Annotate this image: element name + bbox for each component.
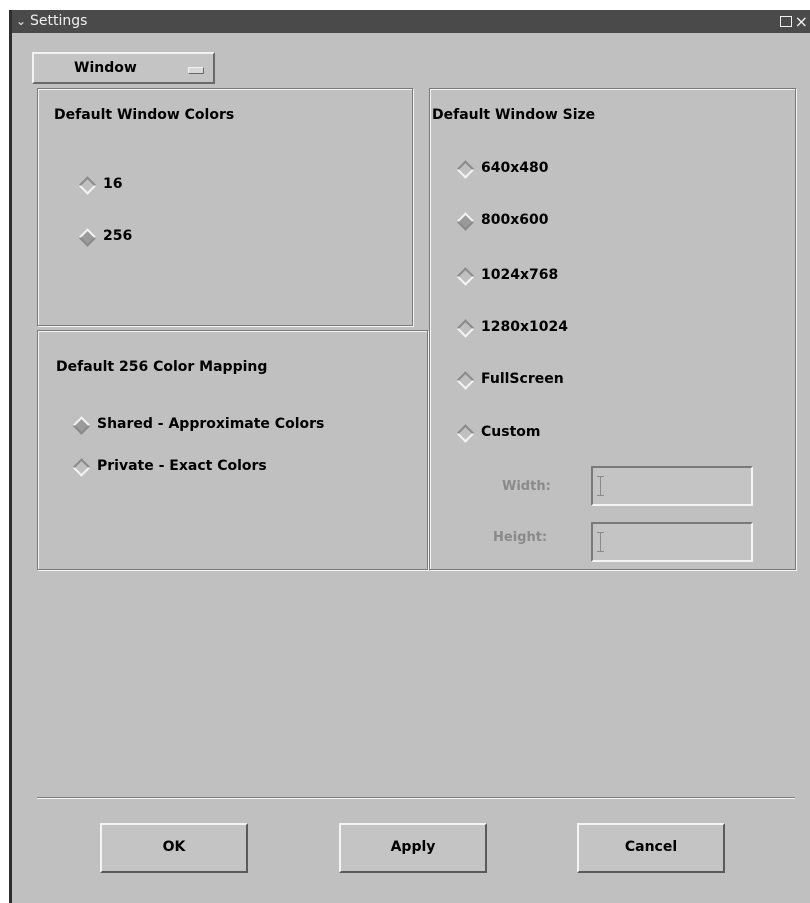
radio-label: Private - Exact Colors: [97, 458, 267, 474]
cancel-button[interactable]: Cancel: [577, 823, 725, 873]
option-menu-indicator-icon: [188, 67, 204, 74]
radio-label: 1024x768: [481, 267, 559, 283]
text-cursor-icon: [597, 532, 604, 552]
radio-label: Shared - Approximate Colors: [97, 416, 325, 432]
radio-diamond-icon: [72, 416, 91, 435]
window-colors-frame: Default Window Colors 16 256: [37, 88, 413, 326]
radio-diamond-icon: [456, 267, 475, 286]
height-input[interactable]: [591, 522, 753, 562]
radio-label: 1280x1024: [481, 319, 568, 335]
text-cursor-icon: [597, 476, 604, 496]
radio-diamond-icon: [456, 371, 475, 390]
radio-diamond-icon: [78, 176, 97, 195]
button-separator: [37, 797, 795, 799]
radio-label: 800x600: [481, 212, 549, 228]
close-icon[interactable]: ×: [795, 10, 808, 33]
radio-diamond-icon: [72, 458, 91, 477]
settings-window: ⌄ Settings × Window Default Window Color…: [9, 10, 810, 903]
radio-diamond-icon: [456, 212, 475, 231]
radio-diamond-icon: [78, 228, 97, 247]
category-dropdown-label: Window: [74, 60, 137, 76]
ok-button[interactable]: OK: [100, 823, 248, 873]
radio-label: FullScreen: [481, 371, 564, 387]
width-input[interactable]: [591, 466, 753, 506]
radio-label: 16: [103, 176, 123, 192]
category-dropdown[interactable]: Window: [32, 52, 215, 84]
window-menu-icon[interactable]: ⌄: [16, 10, 26, 33]
color-mapping-title: Default 256 Color Mapping: [56, 359, 268, 375]
radio-diamond-icon: [456, 160, 475, 179]
window-title: Settings: [30, 13, 88, 29]
window-size-frame: Default Window Size 640x480 800x600 1024…: [429, 88, 796, 570]
window-size-title: Default Window Size: [432, 107, 596, 123]
title-bar: ⌄ Settings ×: [12, 10, 810, 33]
radio-diamond-icon: [456, 319, 475, 338]
height-label: Height:: [493, 530, 548, 545]
apply-button[interactable]: Apply: [339, 823, 487, 873]
width-label: Width:: [502, 479, 551, 494]
window-colors-title: Default Window Colors: [54, 107, 235, 123]
radio-label: 640x480: [481, 160, 549, 176]
radio-label: 256: [103, 228, 133, 244]
radio-diamond-icon: [456, 424, 475, 443]
radio-label: Custom: [481, 424, 541, 440]
color-mapping-frame: Default 256 Color Mapping Shared - Appro…: [37, 330, 428, 570]
maximize-icon[interactable]: [780, 16, 792, 27]
